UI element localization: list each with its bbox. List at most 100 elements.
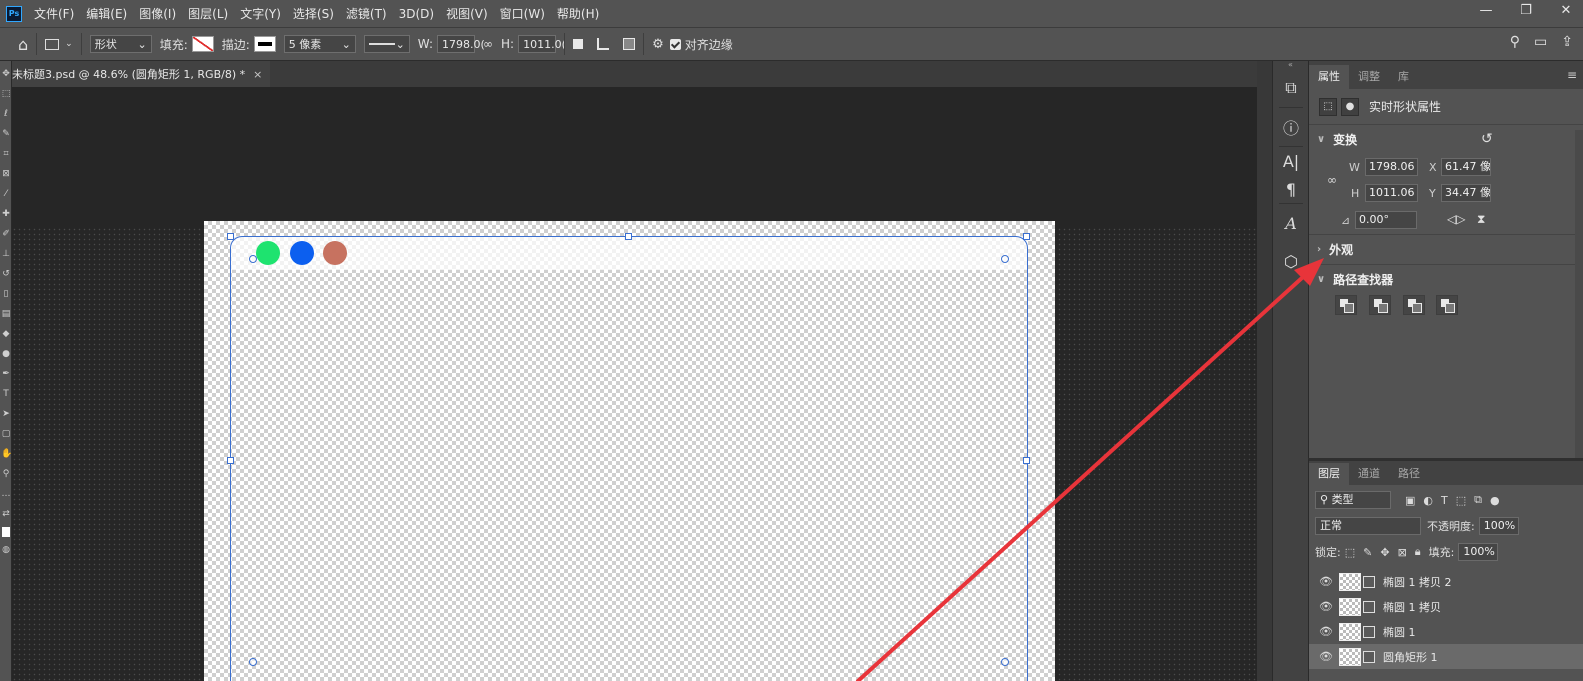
transform-handle-middle-right[interactable] bbox=[1023, 457, 1030, 464]
blur-tool-icon[interactable]: ◆ bbox=[1, 327, 11, 341]
link-icon[interactable]: ∞ bbox=[483, 37, 493, 51]
path-alignment-icon[interactable] bbox=[597, 38, 610, 50]
swap-colors-icon[interactable]: ⇄ bbox=[1, 507, 11, 521]
shape-bounds-icon[interactable]: ⬚ bbox=[1319, 97, 1337, 116]
hand-tool-icon[interactable]: ✋ bbox=[1, 447, 11, 461]
pathfinder-section-header[interactable]: ∨ 路径查找器 bbox=[1309, 265, 1583, 293]
mask-icon[interactable]: ● bbox=[1341, 97, 1359, 116]
close-button[interactable]: ✕ bbox=[1557, 2, 1575, 20]
transform-handle-middle-left[interactable] bbox=[227, 457, 234, 464]
x-input[interactable]: 61.47 像素 bbox=[1441, 158, 1491, 176]
visibility-eye-icon[interactable]: 👁︎ bbox=[1319, 600, 1333, 613]
menu-file[interactable]: 文件(F) bbox=[34, 5, 74, 22]
stamp-tool-icon[interactable]: ⊥ bbox=[1, 247, 11, 261]
panel-menu-icon[interactable]: ≡ bbox=[1567, 68, 1577, 82]
stroke-type-select[interactable]: ⌄ bbox=[363, 35, 410, 53]
document-canvas[interactable] bbox=[204, 221, 1055, 681]
menu-help[interactable]: 帮助(H) bbox=[557, 5, 599, 22]
corner-radius-widget[interactable] bbox=[1001, 255, 1009, 263]
transform-handle-top-center[interactable] bbox=[625, 233, 632, 240]
link-proportions-icon[interactable]: ∞ bbox=[1327, 173, 1337, 187]
history-icon[interactable]: ⧉ bbox=[1273, 69, 1309, 107]
visibility-eye-icon[interactable]: 👁︎ bbox=[1319, 625, 1333, 638]
menu-window[interactable]: 窗口(W) bbox=[500, 5, 545, 22]
history-brush-tool-icon[interactable]: ↺ bbox=[1, 267, 11, 281]
corner-radius-widget[interactable] bbox=[249, 658, 257, 666]
transform-section-header[interactable]: ∨ 变换 bbox=[1309, 125, 1583, 153]
quick-select-tool-icon[interactable]: ✎ bbox=[1, 127, 11, 141]
tab-libraries[interactable]: 库 bbox=[1389, 65, 1418, 89]
lock-artboard-icon[interactable]: ⊠ bbox=[1398, 546, 1407, 559]
crop-tool-icon[interactable]: ⌗ bbox=[1, 147, 11, 161]
corner-radius-widget[interactable] bbox=[249, 255, 257, 263]
h-input[interactable]: 1011.06 像 bbox=[1365, 184, 1418, 202]
lock-position-icon[interactable]: ✥ bbox=[1380, 546, 1389, 559]
search-icon[interactable]: ⚲ bbox=[1510, 34, 1520, 50]
layer-row[interactable]: 👁︎ 椭圆 1 拷贝 bbox=[1309, 594, 1583, 619]
lasso-tool-icon[interactable]: ℓ bbox=[1, 107, 11, 121]
document-tab[interactable]: 未标题3.psd @ 48.6% (圆角矩形 1, RGB/8) * × bbox=[12, 61, 271, 87]
smart-object-filter-icon[interactable]: ⧉ bbox=[1474, 493, 1482, 507]
tab-paths[interactable]: 路径 bbox=[1389, 463, 1429, 485]
rounded-rectangle-path[interactable] bbox=[230, 236, 1028, 681]
restore-button[interactable]: ❐ bbox=[1517, 2, 1535, 20]
menu-view[interactable]: 视图(V) bbox=[446, 5, 488, 22]
collapse-icon[interactable]: « bbox=[1273, 61, 1308, 69]
vertical-scrollbar[interactable] bbox=[1257, 61, 1272, 681]
path-arrangement-icon[interactable] bbox=[623, 38, 636, 50]
properties-scrollbar[interactable] bbox=[1575, 130, 1583, 460]
tool-preset-picker[interactable]: ⌄ bbox=[45, 38, 73, 50]
path-select-tool-icon[interactable]: ➤ bbox=[1, 407, 11, 421]
menu-filter[interactable]: 滤镜(T) bbox=[346, 5, 387, 22]
visibility-eye-icon[interactable]: 👁︎ bbox=[1319, 650, 1333, 663]
marquee-tool-icon[interactable]: ⬚ bbox=[1, 87, 11, 101]
tab-properties[interactable]: 属性 bbox=[1309, 65, 1349, 89]
width-field[interactable]: 1798.0( bbox=[437, 35, 485, 53]
frame-tool-icon[interactable]: ⊠ bbox=[1, 167, 11, 181]
w-input[interactable]: 1798.06 像 bbox=[1365, 158, 1418, 176]
blend-mode-select[interactable]: 正常 bbox=[1315, 517, 1421, 535]
canvas-workspace[interactable] bbox=[12, 87, 1257, 681]
gradient-tool-icon[interactable]: ▤ bbox=[1, 307, 11, 321]
y-input[interactable]: 34.47 像素 bbox=[1441, 184, 1491, 202]
type-filter-icon[interactable]: T bbox=[1441, 494, 1448, 507]
close-icon[interactable]: × bbox=[253, 68, 262, 81]
transform-handle-top-right[interactable] bbox=[1023, 233, 1030, 240]
flip-horizontal-icon[interactable]: ◁▷ bbox=[1447, 212, 1465, 226]
menu-image[interactable]: 图像(I) bbox=[139, 5, 176, 22]
menu-type[interactable]: 文字(Y) bbox=[240, 5, 281, 22]
eyedropper-tool-icon[interactable]: ⁄ bbox=[1, 187, 11, 201]
lock-transparent-icon[interactable]: ⬚ bbox=[1345, 546, 1355, 559]
type-tool-icon[interactable]: T bbox=[1, 387, 11, 401]
lock-all-icon[interactable]: 🔒︎ bbox=[1415, 545, 1421, 559]
tab-layers[interactable]: 图层 bbox=[1309, 463, 1349, 485]
dodge-tool-icon[interactable]: ● bbox=[1, 347, 11, 361]
opacity-input[interactable]: 100% bbox=[1478, 517, 1519, 535]
menu-layer[interactable]: 图层(L) bbox=[188, 5, 228, 22]
zoom-tool-icon[interactable]: ⚲ bbox=[1, 467, 11, 481]
more-tools-icon[interactable]: … bbox=[1, 487, 11, 501]
layer-row-selected[interactable]: 👁︎ 圆角矩形 1 bbox=[1309, 644, 1583, 669]
transform-handle-top-left[interactable] bbox=[227, 233, 234, 240]
workspace-icon[interactable]: ▭ bbox=[1534, 34, 1547, 50]
eraser-tool-icon[interactable]: ▯ bbox=[1, 287, 11, 301]
pixel-filter-icon[interactable]: ▣ bbox=[1405, 494, 1415, 507]
info-icon[interactable]: ⓘ bbox=[1273, 108, 1309, 146]
layer-row[interactable]: 👁︎ 椭圆 1 bbox=[1309, 619, 1583, 644]
tab-adjustments[interactable]: 调整 bbox=[1349, 65, 1389, 89]
move-tool-icon[interactable]: ✥ bbox=[1, 67, 11, 81]
mode-select[interactable]: 形状 ⌄ bbox=[89, 35, 152, 53]
menu-select[interactable]: 选择(S) bbox=[293, 5, 334, 22]
stroke-swatch[interactable] bbox=[253, 36, 276, 52]
exclude-overlap-icon[interactable] bbox=[1436, 295, 1459, 315]
gear-icon[interactable]: ⚙ bbox=[652, 37, 664, 52]
filter-toggle-icon[interactable]: ● bbox=[1490, 494, 1500, 507]
subtract-front-icon[interactable] bbox=[1368, 295, 1391, 315]
layer-row[interactable]: 👁︎ 椭圆 1 拷贝 2 bbox=[1309, 569, 1583, 594]
fill-swatch[interactable] bbox=[191, 36, 214, 52]
share-icon[interactable]: ⇪ bbox=[1561, 34, 1573, 50]
pen-tool-icon[interactable]: ✒ bbox=[1, 367, 11, 381]
quick-mask-icon[interactable]: ◍ bbox=[1, 543, 11, 557]
shape-tool-icon[interactable]: ▢ bbox=[1, 427, 11, 441]
layer-filter-select[interactable]: ⚲ 类型 bbox=[1315, 491, 1391, 509]
